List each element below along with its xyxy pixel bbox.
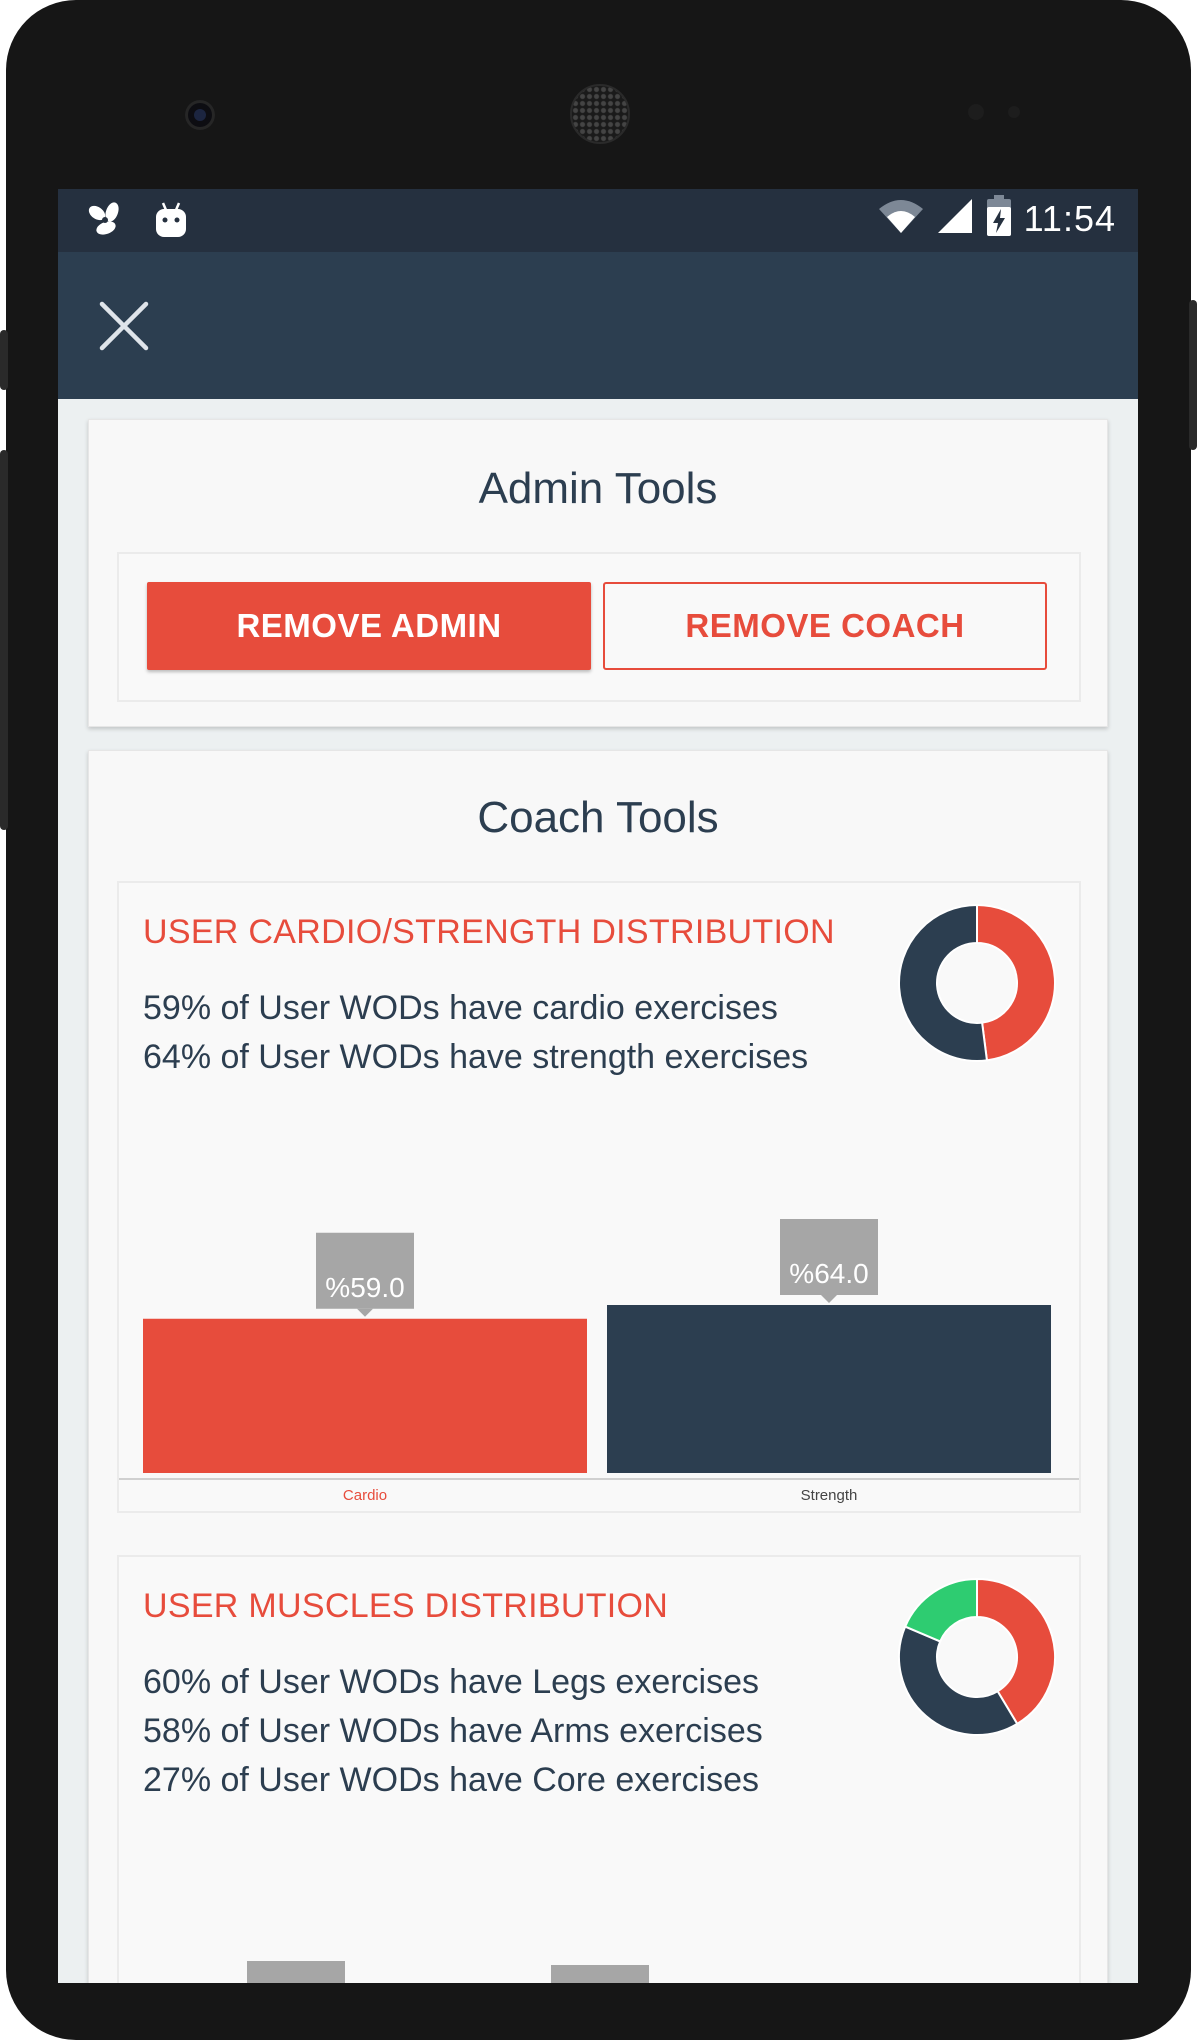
close-icon xyxy=(99,301,149,351)
bar-tooltip-pointer xyxy=(357,1308,373,1317)
cardio-strength-bar-chart: %59.0 Cardio %64.0 Strength xyxy=(119,1219,1079,1503)
cardio-strength-panel: USER CARDIO/STRENGTH DISTRIBUTION 59% of… xyxy=(117,881,1081,1513)
muscles-donut-slice-2 xyxy=(903,1577,978,1643)
muscles-section-title: USER MUSCLES DISTRIBUTION xyxy=(143,1587,669,1625)
bar-data-label: %59.0 xyxy=(325,1272,404,1303)
bar-data-label: %64.0 xyxy=(789,1258,868,1289)
cardio-strength-donut-chart xyxy=(898,903,1056,1062)
battery-icon xyxy=(986,195,1012,242)
bar-cardio[interactable] xyxy=(143,1318,587,1473)
earpiece-speaker xyxy=(570,84,630,144)
remove-coach-button[interactable]: REMOVE COACH xyxy=(603,582,1047,670)
proximity-sensor xyxy=(968,104,984,120)
admin-tools-title: Admin Tools xyxy=(478,464,718,513)
muscles-donut-slice-1 xyxy=(898,1625,1019,1736)
phone-side-button xyxy=(1189,300,1197,450)
app-bar xyxy=(58,252,1138,399)
wifi-icon xyxy=(878,197,924,240)
muscles-bar-tooltip xyxy=(247,1961,345,1983)
close-button[interactable] xyxy=(98,300,150,352)
phone-screen: 11:54 Admin Tools REMOVE ADMIN REMOVE CO… xyxy=(58,189,1138,1983)
cardio-stat-line: 59% of User WODs have cardio exercises xyxy=(143,989,778,1027)
strength-stat-line: 64% of User WODs have strength exercises xyxy=(143,1038,809,1076)
cardio-strength-section-title: USER CARDIO/STRENGTH DISTRIBUTION xyxy=(143,913,835,951)
phone-side-button xyxy=(0,450,8,830)
cardio-strength-donut-slice-0 xyxy=(976,903,1056,1062)
arms-stat-line: 58% of User WODs have Arms exercises xyxy=(143,1712,763,1750)
bar-strength[interactable] xyxy=(607,1305,1051,1473)
bar-category-label: Cardio xyxy=(343,1487,387,1503)
muscles-panel: USER MUSCLES DISTRIBUTION 60% of User WO… xyxy=(117,1555,1081,1983)
bar-category-label: Strength xyxy=(801,1487,858,1503)
coach-tools-title: Coach Tools xyxy=(477,793,719,842)
remove-admin-button[interactable]: REMOVE ADMIN xyxy=(147,582,591,670)
fan-icon xyxy=(84,201,126,244)
cardio-strength-donut-slice-1 xyxy=(898,903,989,1062)
core-stat-line: 27% of User WODs have Core exercises xyxy=(143,1761,759,1799)
muscles-bar-tooltip xyxy=(551,1965,649,1983)
android-icon xyxy=(154,201,188,244)
status-bar: 11:54 xyxy=(58,189,1138,252)
legs-stat-line: 60% of User WODs have Legs exercises xyxy=(143,1663,760,1701)
muscles-donut-chart xyxy=(898,1577,1056,1736)
bar-tooltip-pointer xyxy=(821,1295,837,1303)
phone-side-button xyxy=(0,330,8,390)
front-camera xyxy=(185,100,215,130)
coach-tools-card: Coach Tools USER CARDIO/STRENGTH DISTRIB… xyxy=(88,750,1108,1983)
light-sensor xyxy=(1008,106,1020,118)
signal-icon xyxy=(936,197,974,240)
status-clock: 11:54 xyxy=(1023,197,1116,239)
admin-buttons-panel: REMOVE ADMIN REMOVE COACH xyxy=(117,552,1081,702)
admin-tools-card: Admin Tools REMOVE ADMIN REMOVE COACH xyxy=(88,419,1108,727)
